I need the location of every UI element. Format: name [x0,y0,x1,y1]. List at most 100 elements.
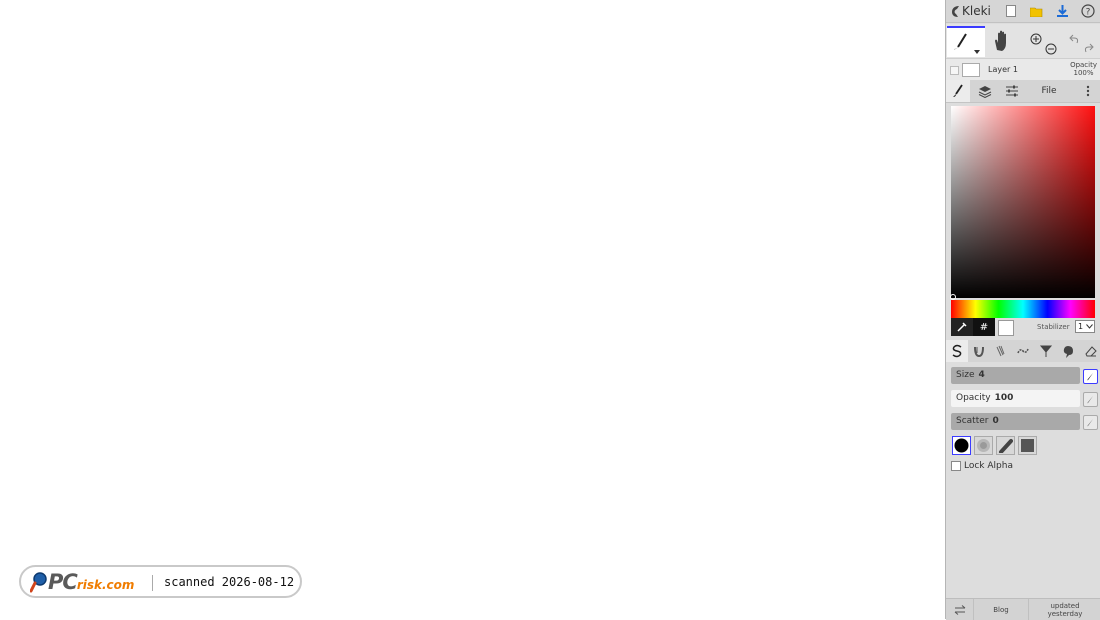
smudge-brush-button[interactable] [1057,340,1079,362]
eraser-button[interactable] [1079,340,1100,362]
pixel-brush-button[interactable] [1012,340,1034,362]
layer-name: Layer 1 [988,65,1018,74]
chevron-down-icon [1086,324,1093,329]
new-file-icon[interactable] [1003,3,1019,19]
layer-opacity-label: Opacity [1070,61,1097,69]
lock-alpha-checkbox[interactable] [951,461,961,471]
eraser-icon [1085,346,1097,357]
blend-brush-icon [974,346,984,358]
brush-scatter-slider[interactable]: Scatter 0 [951,413,1080,430]
shape-circle-button[interactable] [952,436,971,455]
pen-brush-icon [952,344,962,358]
pen-pressure-icon [1087,419,1093,427]
brush-tool-button[interactable] [947,26,985,57]
sliders-icon [1006,85,1018,97]
layer-visibility-checkbox[interactable] [950,66,959,75]
layers-icon [978,85,992,98]
magnifier-icon [30,572,47,593]
scatter-value: 0 [992,416,999,426]
watermark-brand-pc: PC [48,570,78,594]
tab-layers[interactable] [974,80,996,102]
kleki-logo-icon [952,5,959,17]
shape-soft-circle-button[interactable] [974,436,993,455]
watermark-text: scanned 2026-08-12 [164,575,295,589]
app-title: Kleki [962,4,991,18]
brush-opacity-slider[interactable]: Opacity 100 [951,390,1080,407]
pixel-brush-icon [1017,348,1029,354]
updated-info[interactable]: updated yesterday [1029,599,1100,620]
open-folder-icon[interactable] [1028,3,1044,19]
tab-file[interactable]: File [1036,80,1062,102]
pen-pressure-icon [1087,373,1093,381]
soft-circle-icon [977,439,990,452]
swap-arrows-icon [954,604,965,615]
lock-alpha-row[interactable]: Lock Alpha [951,461,1013,471]
eyedropper-icon [957,322,967,332]
lock-alpha-label: Lock Alpha [964,461,1013,471]
zoom-out-icon[interactable] [1045,40,1057,55]
zoom-in-icon[interactable] [1030,30,1042,45]
brush-icon [954,33,980,54]
shape-square-button[interactable] [1018,436,1037,455]
brush-size-slider[interactable]: Size 4 [951,367,1080,384]
side-panel: Kleki ? Layer 1 Opacity 100% File # Stab… [945,0,1100,620]
brush-tab-icon [953,84,963,97]
tool-row [946,24,1100,58]
drawing-canvas[interactable] [0,0,945,619]
current-color-swatch[interactable] [998,320,1014,336]
opacity-label: Opacity [956,393,991,403]
tab-adjust[interactable] [1001,80,1023,102]
updated-when: yesterday [1047,609,1083,618]
chemy-brush-button[interactable] [1035,340,1057,362]
opacity-slider-label: Opacity 100 [956,393,1013,403]
chisel-icon [999,439,1013,453]
hue-slider[interactable] [951,300,1095,318]
scatter-label: Scatter [956,416,989,426]
watermark-divider [152,575,153,591]
circle-icon [954,438,969,453]
hex-input-button[interactable]: # [973,318,995,336]
size-pressure-toggle[interactable] [1083,369,1098,384]
size-slider-label: Size 4 [956,370,985,380]
color-saturation-value-area[interactable] [951,106,1095,298]
layer-opacity-value: 100% [1073,69,1094,77]
shape-chisel-button[interactable] [996,436,1015,455]
stabilizer-value: 1 [1078,322,1084,331]
help-icon[interactable]: ? [1080,3,1096,19]
kleki-logo[interactable]: Kleki [950,3,991,19]
redo-icon[interactable] [1083,39,1095,53]
scatter-pressure-toggle[interactable] [1083,415,1098,430]
layer-row[interactable]: Layer 1 Opacity 100% [946,58,1100,81]
opacity-value: 100 [994,393,1014,403]
scatter-slider-label: Scatter 0 [956,416,999,426]
chemy-brush-icon [1039,345,1053,357]
download-icon[interactable] [1054,3,1070,19]
layer-thumbnail [962,63,980,77]
sketchy-brush-icon [996,345,1005,357]
color-tools-row: # Stabilizer 1 [951,318,1095,336]
updated-label: updated [1050,601,1080,610]
sketchy-brush-button[interactable] [990,340,1012,362]
smudge-brush-icon [1063,346,1073,358]
blend-brush-button[interactable] [968,340,990,362]
stabilizer-label: Stabilizer [1037,323,1070,331]
swap-side-button[interactable] [946,599,974,620]
hand-icon [995,30,1006,51]
size-label: Size [956,370,975,380]
eyedropper-button[interactable] [951,318,973,336]
watermark-brand-risk: risk.com [76,578,135,592]
size-value: 4 [978,370,985,380]
pcrisk-logo: PC risk.com [30,570,134,594]
panel-footer: Blog updated yesterday [946,598,1100,620]
tab-brush[interactable] [946,80,970,102]
panel-tabs: File [946,80,1100,103]
hand-tool-button[interactable] [992,30,1012,52]
blog-link[interactable]: Blog [974,599,1029,620]
undo-icon[interactable] [1068,30,1080,44]
more-menu-icon[interactable] [1080,80,1096,102]
stabilizer-select[interactable]: 1 [1075,320,1095,333]
top-bar: Kleki ? [946,0,1100,23]
opacity-pressure-toggle[interactable] [1083,392,1098,407]
pen-brush-button[interactable] [946,340,968,362]
square-icon [1021,439,1034,452]
